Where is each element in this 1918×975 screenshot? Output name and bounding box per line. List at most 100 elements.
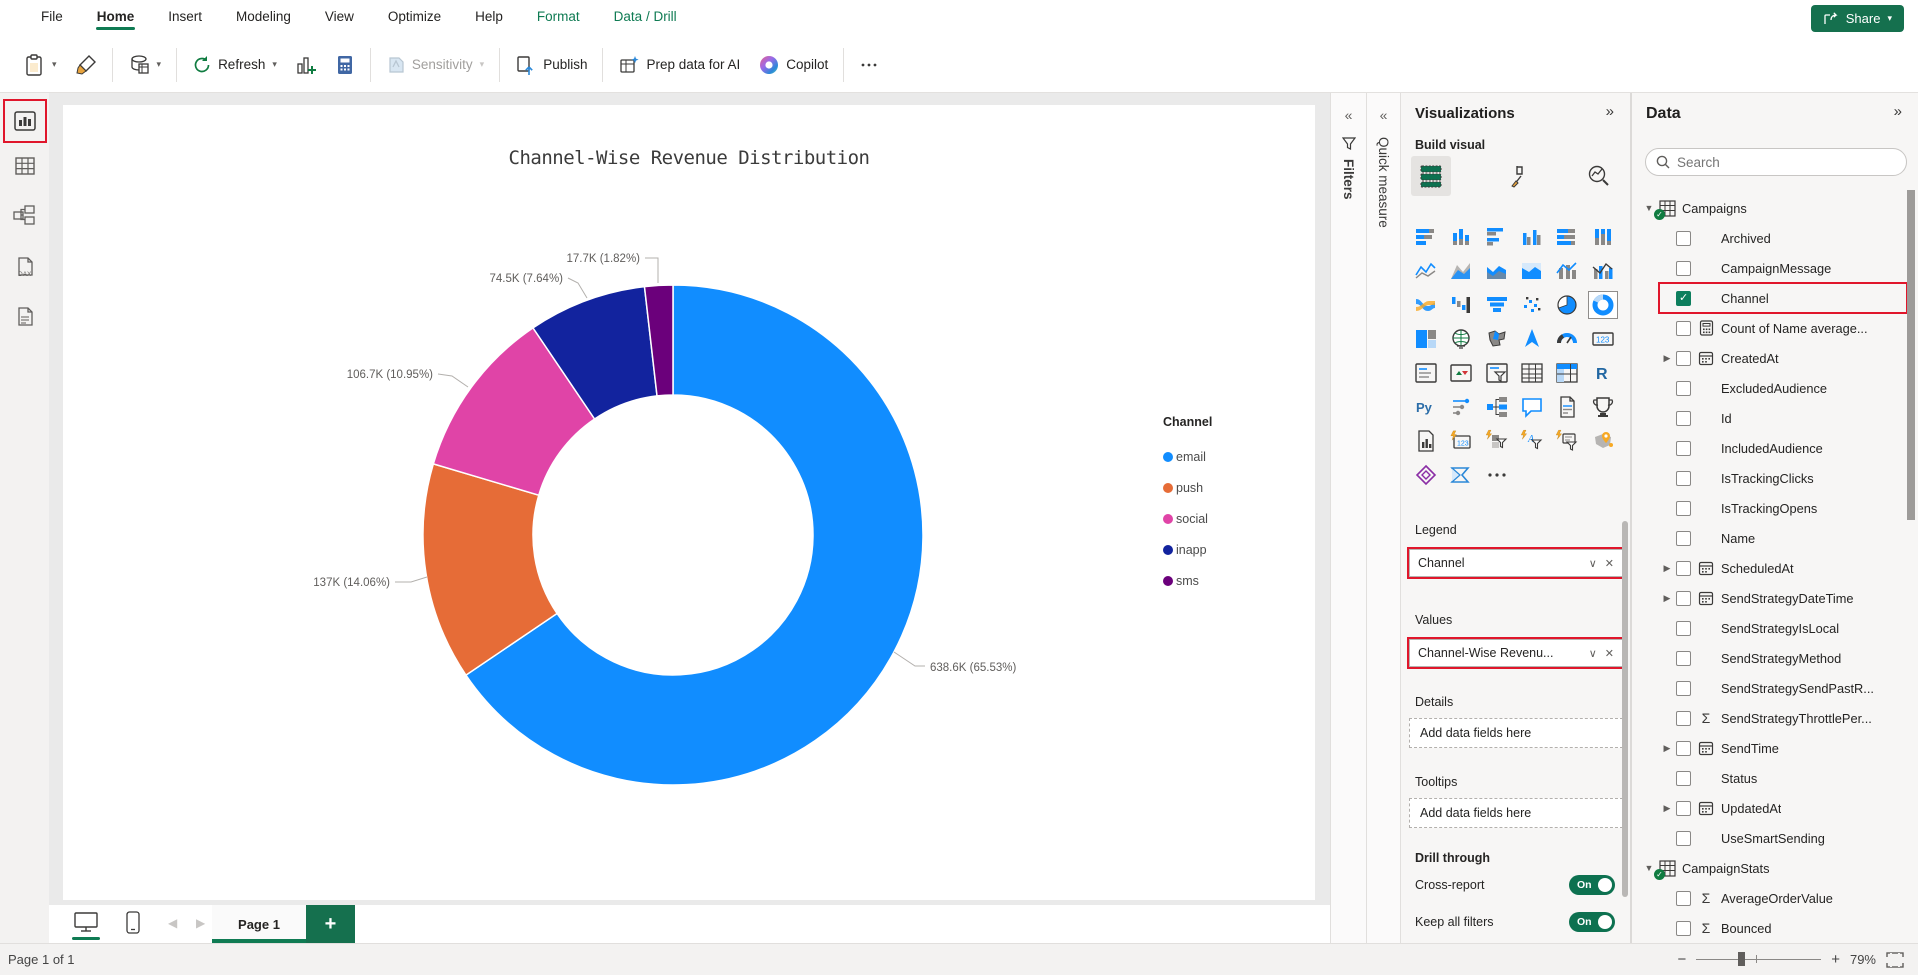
- clustered-column-chart-visual-button[interactable]: [1517, 223, 1547, 251]
- format-visual-tab[interactable]: [1496, 156, 1536, 196]
- dax-query-view-button[interactable]: DAX: [5, 248, 45, 288]
- paste-button[interactable]: ▾: [14, 46, 66, 84]
- stacked-bar-chart-visual-button[interactable]: [1411, 223, 1441, 251]
- field-row-excludedaudience[interactable]: ExcludedAudience: [1660, 374, 1906, 402]
- quick-measure-label[interactable]: Quick measure: [1376, 137, 1391, 228]
- collapse-data-panel-icon[interactable]: »: [1894, 103, 1902, 120]
- field-row-sendstrategydatetime[interactable]: ▶SendStrategyDateTime: [1660, 584, 1906, 612]
- new-visual-button[interactable]: [286, 47, 326, 83]
- waterfall-chart-visual-button[interactable]: [1446, 291, 1476, 319]
- chevron-collapsed-icon[interactable]: ▶: [1660, 563, 1674, 574]
- field-checkbox[interactable]: [1676, 831, 1691, 846]
- button-slicer-visual-button[interactable]: [1482, 427, 1512, 455]
- chevron-collapsed-icon[interactable]: ▶: [1660, 803, 1674, 814]
- text-slicer-visual-button[interactable]: A: [1517, 427, 1547, 455]
- model-view-button[interactable]: [5, 196, 45, 236]
- field-row-includedaudience[interactable]: IncludedAudience: [1660, 434, 1906, 462]
- field-row-status[interactable]: Status: [1660, 764, 1906, 792]
- field-checkbox[interactable]: [1676, 891, 1691, 906]
- field-checkbox[interactable]: [1676, 801, 1691, 816]
- smart-narrative-visual-button[interactable]: [1552, 393, 1582, 421]
- list-slicer-visual-button[interactable]: [1552, 427, 1582, 455]
- hundred-stacked-area-chart-visual-button[interactable]: [1517, 257, 1547, 285]
- matrix-visual-button[interactable]: [1552, 359, 1582, 387]
- legend-item-inapp[interactable]: inapp: [1163, 534, 1313, 565]
- multi-row-card-visual-button[interactable]: [1411, 359, 1441, 387]
- mobile-view-button[interactable]: [125, 911, 141, 935]
- new-page-button[interactable]: +: [306, 905, 355, 943]
- field-row-id[interactable]: Id: [1660, 404, 1906, 432]
- search-box[interactable]: [1645, 148, 1907, 176]
- prep-data-for-ai-button[interactable]: Prep data for AI: [609, 47, 749, 83]
- legend-item-push[interactable]: push: [1163, 472, 1313, 503]
- field-checkbox[interactable]: [1676, 441, 1691, 456]
- field-row-channel[interactable]: Channel: [1660, 284, 1906, 312]
- r-script-visual-button[interactable]: R: [1588, 359, 1618, 387]
- values-well-pill[interactable]: Channel-Wise Revenu... ∨ ✕: [1409, 639, 1623, 667]
- stacked-area-chart-visual-button[interactable]: [1482, 257, 1512, 285]
- table-node-campaignstats[interactable]: ▼✓CampaignStats: [1642, 854, 1914, 882]
- field-checkbox[interactable]: [1676, 501, 1691, 516]
- field-row-archived[interactable]: Archived: [1660, 224, 1906, 252]
- field-row-campaignmessage[interactable]: CampaignMessage: [1660, 254, 1906, 282]
- decomposition-tree-visual-button[interactable]: [1482, 393, 1512, 421]
- line-chart-visual-button[interactable]: [1411, 257, 1441, 285]
- legend-item-sms[interactable]: sms: [1163, 565, 1313, 596]
- q-and-a-visual-button[interactable]: [1517, 393, 1547, 421]
- hundred-stacked-bar-chart-visual-button[interactable]: [1552, 223, 1582, 251]
- analytics-tab[interactable]: [1579, 156, 1619, 196]
- line-clustered-column-chart-visual-button[interactable]: [1588, 257, 1618, 285]
- search-input[interactable]: [1677, 155, 1896, 170]
- field-checkbox[interactable]: [1676, 741, 1691, 756]
- power-apps-visual-button[interactable]: [1411, 461, 1441, 489]
- menu-item-modeling[interactable]: Modeling: [219, 0, 308, 32]
- tmdl-view-button[interactable]: [5, 298, 45, 338]
- details-well-empty[interactable]: Add data fields here: [1409, 718, 1623, 748]
- fit-to-page-icon[interactable]: [1886, 952, 1904, 968]
- field-row-bounced[interactable]: ΣBounced: [1660, 914, 1906, 942]
- area-chart-visual-button[interactable]: [1446, 257, 1476, 285]
- copilot-button[interactable]: Copilot: [749, 47, 837, 83]
- legend-well-pill[interactable]: Channel ∨ ✕: [1409, 549, 1623, 577]
- zoom-slider[interactable]: [1696, 959, 1821, 960]
- line-stacked-column-chart-visual-button[interactable]: [1552, 257, 1582, 285]
- field-row-name[interactable]: Name: [1660, 524, 1906, 552]
- field-checkbox[interactable]: [1676, 261, 1691, 276]
- tooltips-well-empty[interactable]: Add data fields here: [1409, 798, 1623, 828]
- share-button[interactable]: Share ▾: [1811, 5, 1904, 32]
- chevron-collapsed-icon[interactable]: ▶: [1660, 353, 1674, 364]
- power-automate-visual-button[interactable]: [1446, 461, 1476, 489]
- tornado-slicer-visual-button[interactable]: [1446, 393, 1476, 421]
- field-row-usesmartsending[interactable]: UseSmartSending: [1660, 824, 1906, 852]
- field-row-createdat[interactable]: ▶CreatedAt: [1660, 344, 1906, 372]
- map-visual-button[interactable]: [1446, 325, 1476, 353]
- field-checkbox[interactable]: [1676, 621, 1691, 636]
- funnel-chart-visual-button[interactable]: [1482, 291, 1512, 319]
- menu-item-insert[interactable]: Insert: [151, 0, 219, 32]
- field-checkbox[interactable]: [1676, 321, 1691, 336]
- card-visual-button[interactable]: 123: [1588, 325, 1618, 353]
- format-painter-button[interactable]: [66, 47, 106, 83]
- legend-item-email[interactable]: email: [1163, 441, 1313, 472]
- field-checkbox[interactable]: [1676, 651, 1691, 666]
- previous-page-arrow[interactable]: ◀: [168, 916, 177, 930]
- remove-field-icon[interactable]: ✕: [1605, 557, 1614, 570]
- quick-card-visual-button[interactable]: 123: [1446, 427, 1476, 455]
- field-checkbox[interactable]: [1676, 531, 1691, 546]
- field-checkbox[interactable]: [1676, 351, 1691, 366]
- clustered-bar-chart-visual-button[interactable]: [1482, 223, 1512, 251]
- sensitivity-button[interactable]: Sensitivity▾: [377, 48, 493, 82]
- field-row-averageordervalue[interactable]: ΣAverageOrderValue: [1660, 884, 1906, 912]
- field-checkbox[interactable]: [1676, 771, 1691, 786]
- field-row-sendtime[interactable]: ▶SendTime: [1660, 734, 1906, 762]
- more-commands-button[interactable]: [850, 48, 888, 82]
- table-node-campaigns[interactable]: ▼✓Campaigns: [1642, 194, 1914, 222]
- field-checkbox[interactable]: [1676, 921, 1691, 936]
- data-panel-scrollbar[interactable]: [1907, 190, 1915, 520]
- python-script-visual-button[interactable]: Py: [1411, 393, 1441, 421]
- field-checkbox[interactable]: [1676, 411, 1691, 426]
- filled-map-visual-button[interactable]: [1482, 325, 1512, 353]
- filters-pane-label[interactable]: Filters: [1341, 159, 1356, 200]
- zoom-out-button[interactable]: −: [1677, 951, 1686, 968]
- zoom-in-button[interactable]: +: [1831, 951, 1840, 968]
